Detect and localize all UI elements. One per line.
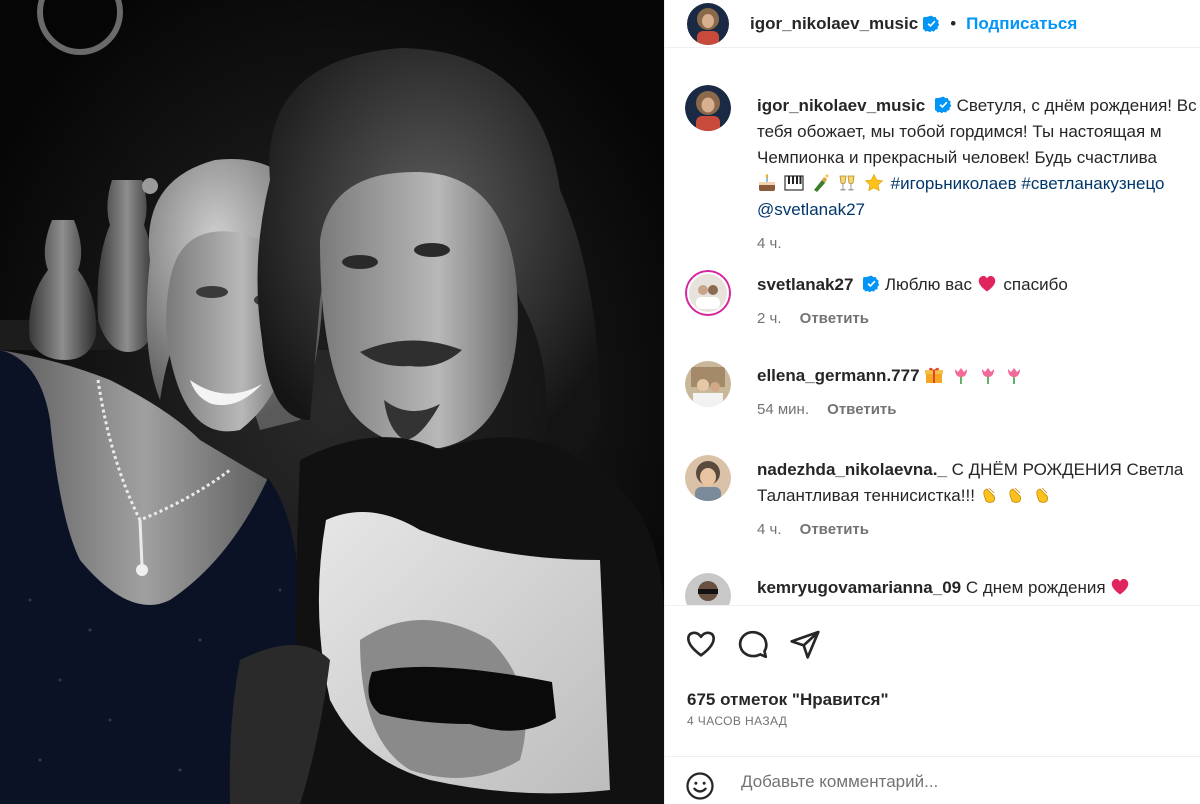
comment-body: nadezhda_nikolaevna._ С ДНЁМ РОЖДЕНИЯ Св… — [757, 457, 1200, 543]
mention-link[interactable]: @svetlanak27 — [757, 197, 1200, 223]
caption-text-2: тебя обожает, мы тобой гордимся! Ты наст… — [757, 122, 1162, 141]
champagne-emoji — [814, 174, 829, 192]
post-side-panel: igor_nikolaev_music • Подписаться igor_n… — [664, 0, 1200, 804]
comment-body: ellena_germann.777 54 мин. Ответить — [757, 363, 1200, 423]
caption-time: 4 ч. — [757, 235, 782, 252]
comment-time: 54 мин. — [757, 401, 809, 418]
caption-avatar[interactable] — [685, 85, 731, 131]
emoji-picker-icon[interactable] — [685, 771, 715, 801]
red-heart-emoji — [1112, 578, 1129, 595]
share-icon[interactable] — [789, 628, 821, 660]
caption-line-1: igor_nikolaev_music Светуля, с днём рожд… — [757, 93, 1200, 119]
verified-badge-icon — [863, 275, 880, 292]
comment-username[interactable]: svetlanak27 — [757, 275, 853, 294]
star-emoji — [864, 173, 884, 192]
tulip-emoji — [981, 368, 994, 384]
piano-emoji — [784, 175, 804, 191]
caption-body: igor_nikolaev_music Светуля, с днём рожд… — [757, 93, 1200, 257]
verified-badge-icon — [934, 96, 952, 113]
comment-time: 2 ч. — [757, 310, 782, 327]
reply-button[interactable]: Ответить — [800, 521, 869, 538]
commenter-avatar[interactable] — [685, 270, 731, 316]
reply-button[interactable]: Ответить — [827, 401, 896, 418]
clapping-hands-emoji — [1036, 487, 1049, 503]
comment-text-2: Талантливая теннисистка!!! — [757, 486, 975, 505]
clinking-glasses-emoji — [839, 175, 855, 191]
clapping-hands-emoji — [983, 487, 995, 503]
comment-text: С днем рождения — [965, 578, 1106, 597]
comment-username[interactable]: ellena_germann.777 — [757, 366, 920, 385]
comments-list[interactable]: igor_nikolaev_music Светуля, с днём рожд… — [665, 65, 1200, 605]
hashtag-link[interactable]: #светланакузнецо — [1021, 174, 1164, 193]
comment-body: svetlanak27 Люблю вас спасибо 2 ч. Ответ… — [757, 272, 1200, 332]
tulip-emoji — [955, 368, 967, 384]
comment-time: 4 ч. — [757, 521, 782, 538]
caption-line-4: #игорьниколаев #светланакузнецо — [757, 171, 1200, 197]
commenter-avatar[interactable] — [685, 455, 731, 501]
comment-icon[interactable] — [737, 628, 769, 660]
post-photo-image — [0, 0, 664, 804]
caption-text-1: Светуля, с днём рождения! Вс — [956, 96, 1197, 115]
cake-emoji — [759, 174, 775, 191]
gift-emoji — [925, 367, 944, 383]
comment-text-after: спасибо — [1003, 275, 1068, 294]
add-comment-input[interactable] — [741, 769, 1161, 795]
commenter-avatar[interactable] — [685, 573, 731, 605]
instagram-post: igor_nikolaev_music • Подписаться igor_n… — [0, 0, 1200, 804]
comment-body: kemryugovamarianna_09 С днем рождения — [757, 575, 1200, 601]
comment-text: С ДНЁМ РОЖДЕНИЯ Светла — [951, 460, 1184, 479]
author-username[interactable]: igor_nikolaev_music — [750, 14, 918, 34]
author-avatar[interactable] — [687, 2, 729, 45]
comment-username[interactable]: nadezhda_nikolaevna._ — [757, 460, 947, 479]
caption-username[interactable]: igor_nikolaev_music — [757, 96, 925, 115]
action-icons — [685, 628, 821, 660]
likes-count[interactable]: 675 отметок "Нравится" — [687, 690, 889, 710]
post-header: igor_nikolaev_music • Подписаться — [665, 0, 1200, 48]
follow-button[interactable]: Подписаться — [966, 14, 1077, 34]
hashtag-link[interactable]: #игорьниколаев — [891, 174, 1017, 193]
comment-username[interactable]: kemryugovamarianna_09 — [757, 578, 961, 597]
post-actions: 675 отметок "Нравится" 4 ЧАСОВ НАЗАД — [665, 605, 1200, 804]
post-timestamp: 4 ЧАСОВ НАЗАД — [687, 714, 788, 728]
add-comment-bar — [665, 756, 1200, 804]
post-photo[interactable] — [0, 0, 664, 804]
caption-text-3: Чемпионка и прекрасный человек! Будь сча… — [757, 148, 1157, 167]
red-heart-emoji — [978, 275, 995, 292]
commenter-avatar[interactable] — [685, 361, 731, 407]
tulip-emoji — [1008, 368, 1021, 384]
clapping-hands-emoji — [1009, 487, 1022, 503]
comment-text: Люблю вас — [884, 275, 972, 294]
header-separator: • — [950, 13, 957, 33]
heart-icon[interactable] — [685, 628, 717, 660]
reply-button[interactable]: Ответить — [800, 310, 869, 327]
verified-badge-icon — [923, 15, 940, 32]
